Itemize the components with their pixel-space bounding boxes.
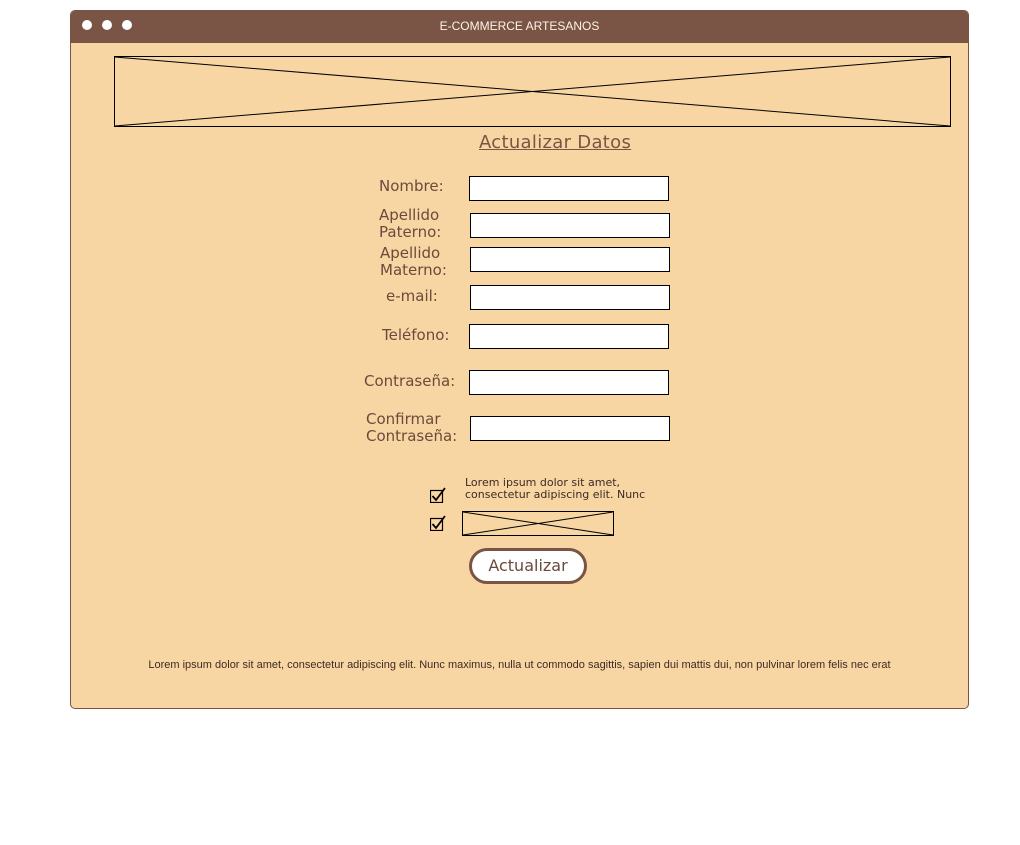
email-input[interactable] xyxy=(470,285,670,310)
nombre-input[interactable] xyxy=(469,176,669,201)
actualizar-button[interactable]: Actualizar xyxy=(469,548,587,584)
browser-window: E-COMMERCE ARTESANOS Actualizar Datos No… xyxy=(70,10,969,709)
label-email: e-mail: xyxy=(386,287,438,305)
banner-placeholder-cross-icon xyxy=(115,57,951,127)
captcha-image-placeholder xyxy=(462,511,614,536)
confirmar-contrasena-input[interactable] xyxy=(470,416,670,441)
contrasena-input[interactable] xyxy=(469,370,669,395)
window-title: E-COMMERCE ARTESANOS xyxy=(439,19,600,33)
captcha-checkbox[interactable] xyxy=(430,515,446,531)
terms-checkbox[interactable] xyxy=(430,487,446,503)
captcha-placeholder-cross-icon xyxy=(463,512,614,536)
page-title: Actualizar Datos xyxy=(479,132,632,153)
label-telefono: Teléfono: xyxy=(382,326,450,344)
label-nombre: Nombre: xyxy=(379,177,444,195)
label-apellido-materno: Apellido Materno: xyxy=(380,244,447,279)
label-confirmar-contrasena: Confirmar Contraseña: xyxy=(366,410,458,445)
telefono-input[interactable] xyxy=(469,324,669,349)
label-contrasena: Contraseña: xyxy=(364,372,456,390)
label-apellido-paterno: Apellido Paterno: xyxy=(379,206,442,241)
title-bar: E-COMMERCE ARTESANOS xyxy=(71,11,968,43)
apellido-materno-input[interactable] xyxy=(470,247,670,272)
footer-text: Lorem ipsum dolor sit amet, consectetur … xyxy=(148,659,891,671)
terms-text: Lorem ipsum dolor sit amet, consectetur … xyxy=(465,476,646,501)
banner-image-placeholder xyxy=(114,56,951,127)
apellido-paterno-input[interactable] xyxy=(470,213,670,238)
